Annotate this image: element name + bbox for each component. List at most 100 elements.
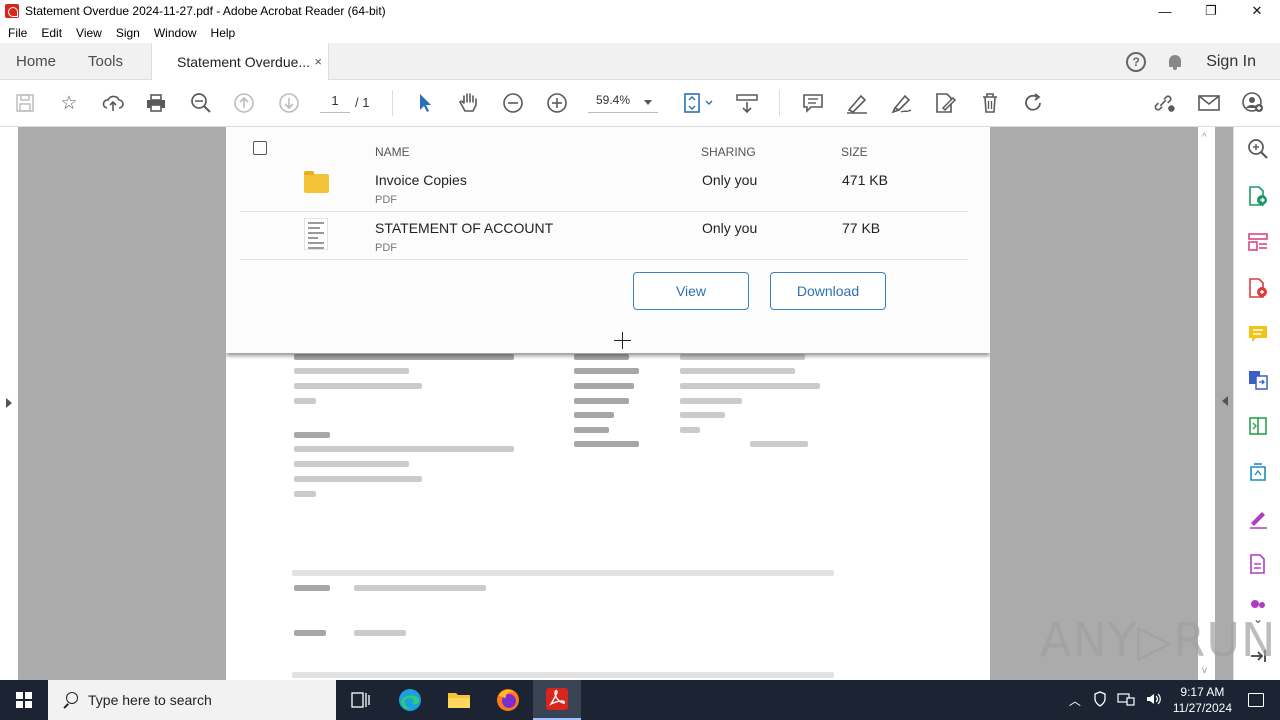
file-sharing: Only you bbox=[702, 172, 758, 188]
edit-pdf-tool-icon[interactable] bbox=[1247, 553, 1269, 575]
menu-bar: File Edit View Sign Window Help bbox=[0, 22, 1280, 43]
menu-help[interactable]: Help bbox=[211, 26, 236, 40]
tab-home[interactable]: Home bbox=[16, 43, 56, 80]
tab-bar: Home Tools Statement Overdue... × ? Sign… bbox=[0, 43, 1280, 81]
create-pdf-icon[interactable] bbox=[1247, 277, 1269, 299]
clock-time: 9:17 AM bbox=[1180, 685, 1225, 699]
zoom-search-icon[interactable] bbox=[189, 91, 213, 115]
system-tray: ︿ 9:17 AM 11/27/2024 bbox=[1069, 680, 1232, 720]
menu-edit[interactable]: Edit bbox=[41, 26, 62, 40]
tab-tools[interactable]: Tools bbox=[88, 43, 123, 80]
page-number-input[interactable]: 1 bbox=[320, 93, 350, 113]
select-cursor-icon[interactable] bbox=[413, 91, 437, 115]
collapse-right-panel-icon[interactable] bbox=[1217, 396, 1228, 406]
clock-date: 11/27/2024 bbox=[1172, 701, 1232, 715]
zoom-out-icon[interactable] bbox=[501, 91, 525, 115]
search-icon bbox=[62, 692, 78, 708]
window-title: Statement Overdue 2024-11-27.pdf - Adobe… bbox=[25, 4, 386, 18]
download-button[interactable]: Download bbox=[770, 272, 886, 310]
view-button[interactable]: View bbox=[633, 272, 749, 310]
highlight-pen-icon[interactable] bbox=[845, 91, 869, 115]
more-tools-icon[interactable] bbox=[1247, 595, 1269, 609]
file-type: PDF bbox=[375, 242, 397, 254]
taskbar-clock[interactable]: 9:17 AM 11/27/2024 bbox=[1173, 684, 1232, 716]
save-icon[interactable] bbox=[13, 91, 37, 115]
sign-in-link[interactable]: Sign In bbox=[1206, 53, 1256, 71]
column-header-name: NAME bbox=[375, 145, 410, 159]
previous-page-icon[interactable] bbox=[232, 91, 256, 115]
zoom-level-select[interactable]: 59.4% bbox=[588, 93, 658, 113]
email-envelope-icon[interactable] bbox=[1197, 91, 1221, 115]
toolbar-divider bbox=[779, 90, 780, 116]
add-user-icon[interactable] bbox=[1241, 91, 1265, 115]
help-icon[interactable]: ? bbox=[1126, 51, 1147, 72]
compress-pdf-icon[interactable] bbox=[1247, 415, 1269, 437]
acrobat-taskbar-icon[interactable] bbox=[533, 680, 581, 720]
minimize-button[interactable]: — bbox=[1142, 0, 1188, 22]
toolbar-divider bbox=[392, 90, 393, 116]
hand-tool-icon[interactable] bbox=[457, 91, 481, 115]
bookmark-star-icon[interactable]: ☆ bbox=[57, 91, 81, 115]
expand-arrow-icon bbox=[6, 398, 17, 408]
comment-tool-icon[interactable] bbox=[1247, 323, 1269, 345]
sign-pen-icon[interactable] bbox=[889, 91, 913, 115]
notifications-bell-icon[interactable] bbox=[1166, 53, 1184, 71]
network-icon[interactable] bbox=[1117, 692, 1135, 709]
tab-close-icon[interactable]: × bbox=[314, 54, 322, 69]
search-document-icon[interactable] bbox=[1247, 138, 1269, 160]
edge-browser-icon[interactable] bbox=[386, 680, 434, 720]
maximize-button[interactable]: ❐ bbox=[1188, 0, 1234, 22]
share-link-icon[interactable] bbox=[1152, 91, 1176, 115]
export-pdf-icon[interactable] bbox=[1247, 185, 1269, 207]
menu-file[interactable]: File bbox=[8, 26, 27, 40]
task-view-icon[interactable] bbox=[336, 680, 384, 720]
edit-document-icon[interactable] bbox=[933, 91, 957, 115]
page-total: / 1 bbox=[355, 95, 370, 110]
main-toolbar: ☆ 1 / 1 59.4% bbox=[0, 80, 1280, 127]
zoom-in-icon[interactable] bbox=[545, 91, 569, 115]
select-all-checkbox[interactable] bbox=[253, 141, 267, 155]
start-button[interactable] bbox=[0, 680, 48, 720]
anyrun-watermark: ANY▷RUN bbox=[1040, 613, 1277, 667]
tab-document[interactable]: Statement Overdue... × bbox=[151, 43, 329, 81]
upload-cloud-icon[interactable] bbox=[101, 91, 125, 115]
show-hidden-icons-chevron-icon[interactable]: ︿ bbox=[1069, 692, 1081, 709]
menu-window[interactable]: Window bbox=[154, 26, 197, 40]
taskbar-search-box[interactable]: Type here to search bbox=[48, 680, 336, 720]
document-thumbnail bbox=[304, 218, 328, 250]
scan-ocr-icon[interactable] bbox=[1247, 461, 1269, 483]
rotate-icon[interactable] bbox=[1021, 91, 1045, 115]
left-panel-toggle[interactable] bbox=[0, 127, 18, 680]
file-sharing: Only you bbox=[702, 220, 758, 236]
file-type: PDF bbox=[375, 194, 397, 206]
windows-logo-icon bbox=[16, 692, 32, 708]
combine-files-icon[interactable] bbox=[1247, 369, 1269, 391]
menu-sign[interactable]: Sign bbox=[116, 26, 140, 40]
close-window-button[interactable]: ✕ bbox=[1234, 0, 1280, 22]
next-page-icon[interactable] bbox=[277, 91, 301, 115]
page-fit-icon[interactable] bbox=[682, 91, 716, 115]
security-shield-icon[interactable] bbox=[1093, 690, 1107, 710]
file-row[interactable]: STATEMENT OF ACCOUNT PDF Only you 77 KB bbox=[240, 212, 968, 260]
organize-pages-icon[interactable] bbox=[1247, 231, 1269, 253]
file-size: 77 KB bbox=[842, 220, 881, 236]
notification-center-icon[interactable] bbox=[1232, 680, 1280, 720]
delete-trash-icon[interactable] bbox=[978, 91, 1002, 115]
volume-speaker-icon[interactable] bbox=[1145, 692, 1163, 709]
file-row[interactable]: Invoice Copies PDF Only you 471 KB bbox=[240, 164, 968, 212]
scroll-up-arrow-icon[interactable]: ^ bbox=[1202, 132, 1207, 143]
scroll-mode-icon[interactable] bbox=[735, 91, 759, 115]
file-explorer-icon[interactable] bbox=[435, 680, 483, 720]
search-placeholder: Type here to search bbox=[88, 692, 212, 708]
firefox-browser-icon[interactable] bbox=[484, 680, 532, 720]
menu-view[interactable]: View bbox=[76, 26, 102, 40]
acrobat-app-icon bbox=[5, 4, 19, 18]
windows-taskbar: Type here to search ︿ 9:17 AM 11/27/2024 bbox=[0, 680, 1280, 720]
column-header-sharing: SHARING bbox=[701, 145, 756, 159]
file-size: 471 KB bbox=[842, 172, 888, 188]
vertical-scrollbar[interactable]: ^ v bbox=[1198, 127, 1215, 680]
fill-and-sign-icon[interactable] bbox=[1247, 507, 1269, 529]
comment-icon[interactable] bbox=[801, 91, 825, 115]
tab-document-label: Statement Overdue... bbox=[177, 54, 311, 70]
print-icon[interactable] bbox=[144, 91, 168, 115]
